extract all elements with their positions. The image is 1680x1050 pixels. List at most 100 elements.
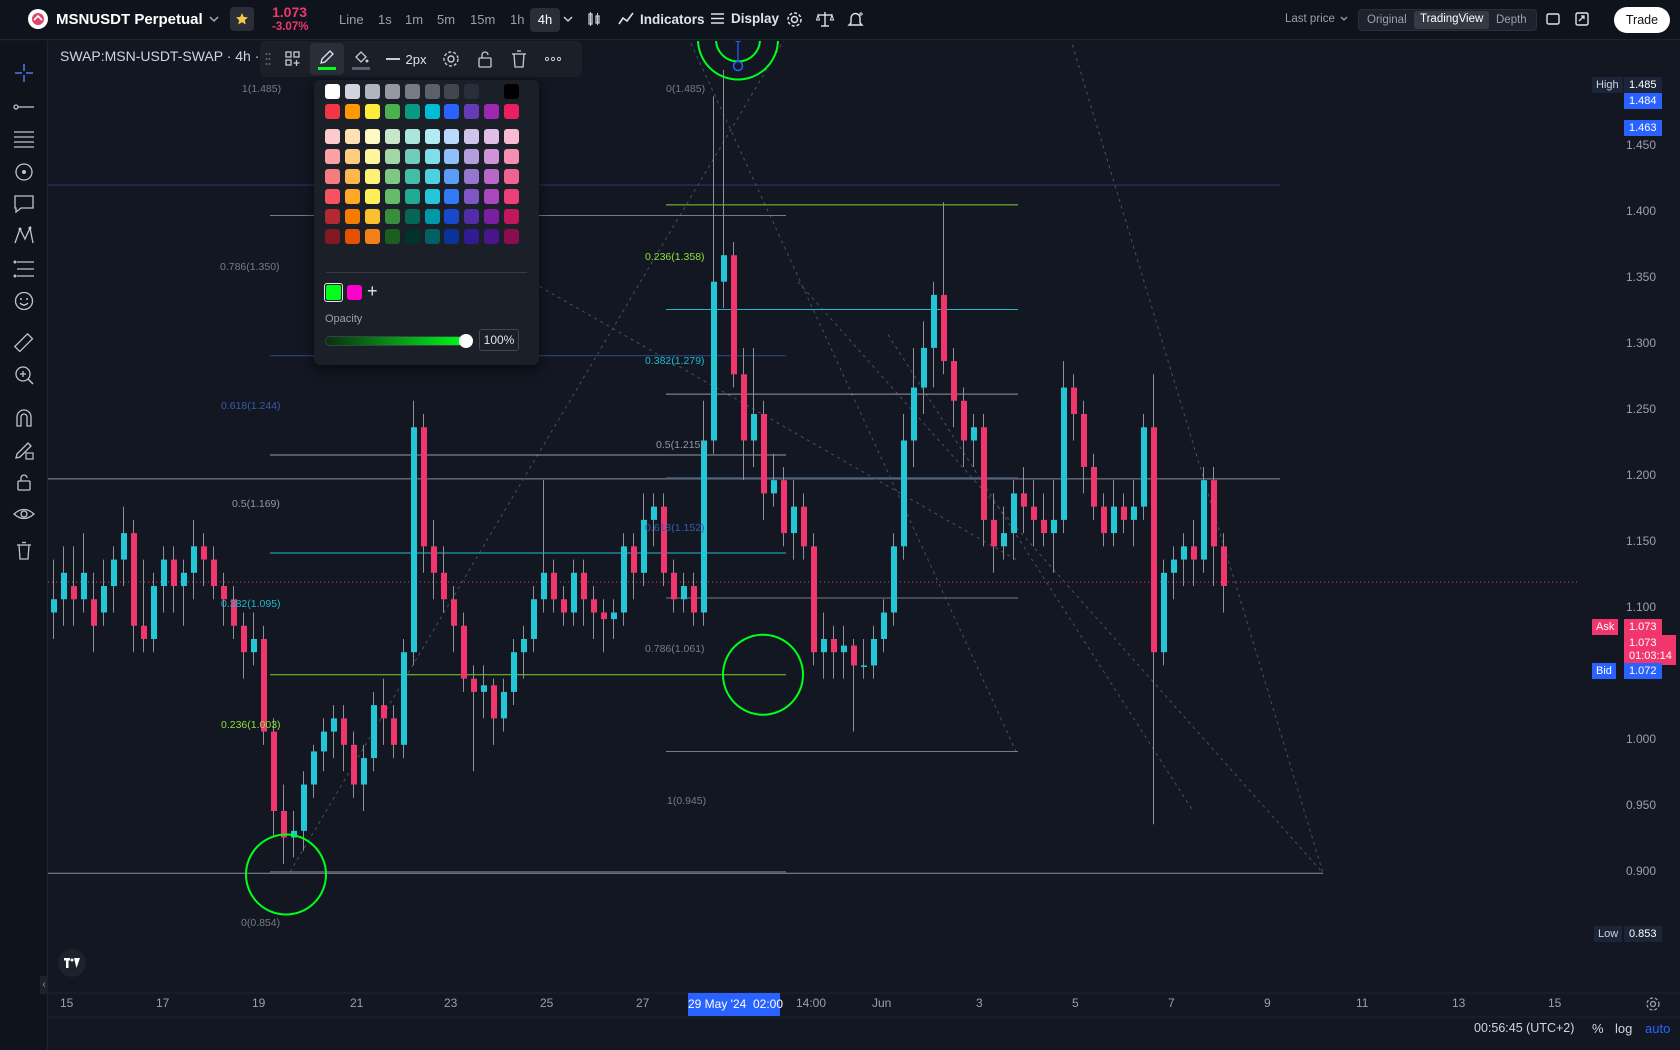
color-swatch[interactable]	[464, 149, 480, 164]
eye-icon[interactable]	[12, 502, 36, 526]
template-icon[interactable]	[276, 43, 310, 75]
opacity-input[interactable]: 100%	[479, 329, 519, 351]
color-swatch[interactable]	[325, 104, 340, 119]
color-swatch[interactable]	[384, 149, 400, 164]
view-tradingview[interactable]: TradingView	[1414, 11, 1490, 29]
color-swatch[interactable]	[504, 84, 520, 99]
color-swatch[interactable]	[504, 169, 520, 184]
color-swatch[interactable]	[325, 169, 340, 184]
opacity-slider[interactable]	[325, 334, 473, 348]
color-swatch[interactable]	[384, 229, 400, 244]
color-swatch[interactable]	[344, 229, 360, 244]
color-swatch[interactable]	[325, 189, 340, 204]
fullscreen-icon[interactable]	[1546, 12, 1560, 29]
interval-1h[interactable]: 1h	[510, 12, 524, 27]
color-swatch[interactable]	[325, 149, 340, 164]
lock-icon[interactable]	[468, 43, 502, 75]
color-swatch[interactable]	[344, 84, 360, 99]
view-original[interactable]: Original	[1367, 14, 1407, 26]
color-swatch[interactable]	[464, 84, 480, 99]
color-swatch[interactable]	[364, 169, 380, 184]
recent-color-magenta[interactable]	[347, 285, 362, 300]
color-swatch[interactable]	[424, 129, 440, 144]
color-swatch[interactable]	[504, 149, 520, 164]
color-swatch[interactable]	[444, 84, 460, 99]
color-swatch[interactable]	[464, 104, 480, 119]
color-swatch[interactable]	[444, 209, 460, 224]
clock[interactable]: 00:56:45 (UTC+2)	[1474, 1021, 1574, 1035]
zoom-in-icon[interactable]	[12, 363, 36, 387]
color-swatch[interactable]	[384, 104, 400, 119]
interval-1s[interactable]: 1s	[378, 12, 392, 27]
color-swatch[interactable]	[444, 149, 460, 164]
color-swatch[interactable]	[384, 169, 400, 184]
color-swatch[interactable]	[404, 229, 420, 244]
trend-line-icon[interactable]	[12, 95, 36, 119]
color-swatch[interactable]	[344, 104, 360, 119]
time-axis-settings-icon[interactable]	[1645, 996, 1661, 1017]
color-swatch[interactable]	[344, 189, 360, 204]
color-swatch[interactable]	[464, 169, 480, 184]
display-button[interactable]: Display	[710, 11, 779, 26]
chart-canvas[interactable]	[48, 41, 1680, 1050]
interval-1m[interactable]: 1m	[405, 12, 423, 27]
color-swatch[interactable]	[464, 129, 480, 144]
color-swatch[interactable]	[424, 104, 440, 119]
magnet-icon[interactable]	[12, 406, 36, 430]
interval-chevron-icon[interactable]	[562, 13, 574, 28]
color-swatch[interactable]	[424, 209, 440, 224]
interval-5m[interactable]: 5m	[437, 12, 455, 27]
color-swatch[interactable]	[364, 129, 380, 144]
color-swatch[interactable]	[404, 104, 420, 119]
color-swatch[interactable]	[484, 129, 500, 144]
emoji-icon[interactable]	[12, 289, 36, 313]
lock-pencil-icon[interactable]	[12, 438, 36, 462]
color-swatch[interactable]	[364, 209, 380, 224]
interval-4h-active[interactable]: 4h	[530, 8, 560, 32]
color-swatch[interactable]	[504, 189, 520, 204]
fib-tool-icon[interactable]	[12, 257, 36, 281]
ruler-icon[interactable]	[12, 331, 36, 355]
color-swatch[interactable]	[444, 229, 460, 244]
color-swatch[interactable]	[484, 209, 500, 224]
percent-toggle[interactable]: %	[1592, 1021, 1604, 1036]
color-swatch[interactable]	[444, 129, 460, 144]
trash-icon[interactable]	[12, 539, 36, 563]
color-swatch[interactable]	[504, 229, 520, 244]
color-swatch[interactable]	[464, 229, 480, 244]
color-swatch[interactable]	[404, 189, 420, 204]
color-swatch[interactable]	[404, 129, 420, 144]
color-swatch[interactable]	[504, 129, 520, 144]
last-price-dropdown[interactable]: Last price	[1285, 13, 1349, 25]
gear-icon[interactable]	[786, 11, 803, 31]
color-swatch[interactable]	[384, 189, 400, 204]
color-swatch[interactable]	[504, 209, 520, 224]
color-swatch[interactable]	[325, 229, 340, 244]
chart-type-icon[interactable]	[587, 11, 603, 30]
indicators-button[interactable]: Indicators	[618, 11, 705, 27]
color-swatch[interactable]	[464, 189, 480, 204]
color-swatch[interactable]	[484, 104, 500, 119]
color-swatch[interactable]	[325, 209, 340, 224]
color-swatch[interactable]	[325, 84, 340, 99]
color-swatch[interactable]	[344, 149, 360, 164]
add-color-button[interactable]: +	[367, 281, 378, 302]
color-swatch[interactable]	[364, 229, 380, 244]
pattern-icon[interactable]	[12, 224, 36, 248]
color-swatch[interactable]	[424, 229, 440, 244]
tradingview-logo-icon[interactable]	[58, 949, 86, 977]
color-swatch[interactable]	[344, 209, 360, 224]
color-swatch[interactable]	[484, 149, 500, 164]
unlock-icon[interactable]	[12, 470, 36, 494]
settings-gear-icon[interactable]	[434, 43, 468, 75]
delete-trash-icon[interactable]	[502, 43, 536, 75]
line-width-button[interactable]: 2px	[378, 43, 434, 75]
color-swatch[interactable]	[444, 189, 460, 204]
color-swatch[interactable]	[484, 169, 500, 184]
screenshot-icon[interactable]	[1575, 12, 1589, 29]
view-depth[interactable]: Depth	[1496, 14, 1527, 26]
chart-area[interactable]: SWAP:MSN-USDT-SWAP · 4h · 1(1.485) 0.786…	[48, 41, 1680, 1050]
recent-color-green[interactable]	[324, 283, 343, 302]
more-options-icon[interactable]	[536, 43, 570, 75]
opacity-slider-handle[interactable]	[459, 334, 473, 348]
